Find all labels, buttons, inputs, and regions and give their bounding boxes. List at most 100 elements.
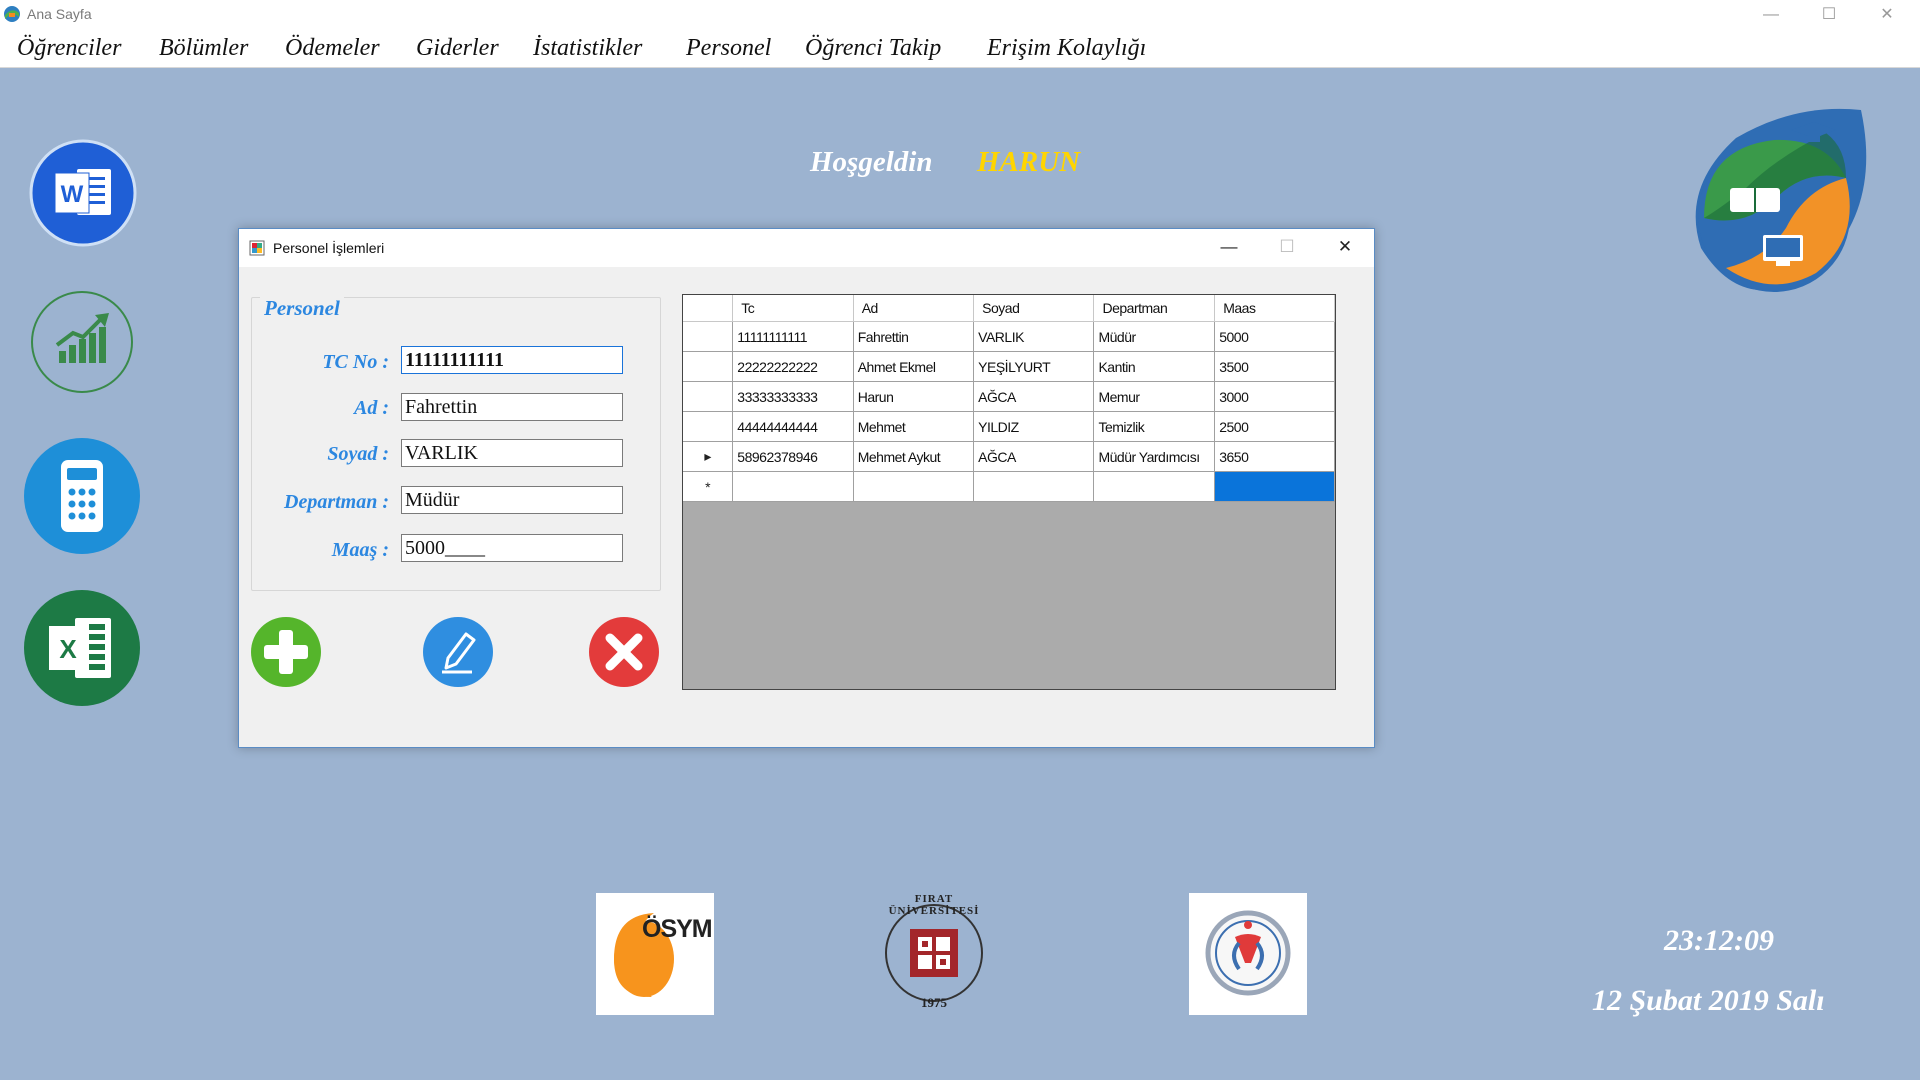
cell-ad[interactable]: Fahrettin: [853, 321, 975, 352]
cell-soyad[interactable]: YEŞİLYURT: [973, 351, 1095, 382]
cell-maas[interactable]: 3000: [1214, 381, 1335, 412]
table-row[interactable]: 44444444444 Mehmet YILDIZ Temizlik 2500: [683, 411, 1335, 442]
window-titlebar: Ana Sayfa — ☐ ✕: [0, 0, 1920, 29]
cell-soyad[interactable]: VARLIK: [973, 321, 1095, 352]
cell-soyad[interactable]: YILDIZ: [973, 411, 1095, 442]
welcome-username: HARUN: [977, 146, 1081, 178]
excel-icon[interactable]: X: [23, 586, 141, 710]
row-header[interactable]: [683, 381, 734, 412]
cell-departman[interactable]: Kantin: [1093, 351, 1216, 382]
maas-input[interactable]: [401, 534, 623, 562]
edit-button[interactable]: [422, 616, 494, 688]
menu-istatistikler[interactable]: İstatistikler: [533, 35, 642, 62]
ad-label: Ad :: [354, 397, 389, 419]
menu-odemeler[interactable]: Ödemeler: [285, 35, 380, 62]
firat-title-text: FIRAT ÜNİVERSİTESİ: [888, 893, 980, 917]
menu-personel[interactable]: Personel: [686, 35, 771, 62]
dialog-minimize-button[interactable]: —: [1200, 229, 1258, 267]
column-header-maas[interactable]: Maas: [1214, 295, 1335, 322]
departman-input[interactable]: [401, 486, 623, 514]
word-icon[interactable]: W: [29, 137, 139, 247]
cell-departman[interactable]: Müdür: [1093, 321, 1216, 352]
osym-logo: ÖSYM: [596, 893, 714, 1015]
row-header[interactable]: [683, 411, 734, 442]
clock-time: 23:12:09: [1664, 924, 1774, 957]
menu-giderler[interactable]: Giderler: [416, 35, 499, 62]
table-row-current[interactable]: ▸ 58962378946 Mehmet Aykut AĞCA Müdür Ya…: [683, 441, 1335, 472]
row-header-corner: [683, 295, 734, 322]
cell-departman[interactable]: Temizlik: [1093, 411, 1216, 442]
chart-icon[interactable]: [29, 289, 135, 395]
form-icon: [249, 240, 265, 256]
table-header-row: Tc Ad Soyad Departman Maas: [683, 295, 1335, 322]
menu-bolumler[interactable]: Bölümler: [159, 35, 248, 62]
new-cell-maas-selected[interactable]: [1214, 471, 1335, 502]
maas-label: Maaş :: [331, 539, 389, 561]
close-button[interactable]: ✕: [1858, 0, 1916, 29]
cell-departman[interactable]: Müdür Yardımcısı: [1093, 441, 1216, 472]
cell-maas[interactable]: 3500: [1214, 351, 1335, 382]
cell-departman[interactable]: Memur: [1093, 381, 1216, 412]
cell-tc[interactable]: 22222222222: [732, 351, 854, 382]
cell-tc[interactable]: 58962378946: [732, 441, 854, 472]
minimize-button[interactable]: —: [1742, 0, 1800, 29]
ad-input[interactable]: [401, 393, 623, 421]
column-header-tc[interactable]: Tc: [732, 295, 854, 322]
table-row[interactable]: 33333333333 Harun AĞCA Memur 3000: [683, 381, 1335, 412]
current-row-indicator[interactable]: ▸: [683, 441, 734, 472]
cell-soyad[interactable]: AĞCA: [973, 441, 1095, 472]
new-cell-departman[interactable]: [1093, 471, 1216, 502]
cell-tc[interactable]: 11111111111: [732, 321, 854, 352]
cell-ad[interactable]: Ahmet Ekmel: [853, 351, 975, 382]
cell-ad[interactable]: Harun: [853, 381, 975, 412]
tc-input[interactable]: [401, 346, 623, 374]
genclik-spor-logo: [1189, 893, 1307, 1015]
ministry-seal-icon: [1205, 910, 1291, 996]
soyad-input[interactable]: [401, 439, 623, 467]
table-row[interactable]: 22222222222 Ahmet Ekmel YEŞİLYURT Kantin…: [683, 351, 1335, 382]
column-header-soyad[interactable]: Soyad: [973, 295, 1095, 322]
add-button[interactable]: [250, 616, 322, 688]
column-header-departman[interactable]: Departman: [1093, 295, 1216, 322]
personel-dialog: Personel İşlemleri — ☐ ✕ Personel TC No …: [238, 228, 1375, 748]
personel-datagrid[interactable]: Tc Ad Soyad Departman Maas 11111111111 F…: [682, 294, 1336, 690]
table-new-row[interactable]: *: [683, 471, 1335, 502]
personel-group-title: Personel: [260, 296, 344, 321]
education-logo-icon: [1695, 108, 1867, 292]
maximize-button[interactable]: ☐: [1800, 0, 1858, 29]
menu-ogrenciler[interactable]: Öğrenciler: [17, 35, 121, 62]
dialog-maximize-button[interactable]: ☐: [1258, 229, 1316, 267]
new-cell-tc[interactable]: [732, 471, 854, 502]
cell-tc[interactable]: 44444444444: [732, 411, 854, 442]
cell-ad[interactable]: Mehmet: [853, 411, 975, 442]
osym-text: ÖSYM: [642, 915, 713, 943]
menu-erisim-kolayligi[interactable]: Erişim Kolaylığı: [987, 35, 1146, 62]
cell-ad[interactable]: Mehmet Aykut: [853, 441, 975, 472]
firat-university-logo: FIRAT ÜNİVERSİTESİ 1975: [874, 893, 994, 1015]
dialog-close-button[interactable]: ✕: [1316, 229, 1374, 267]
menu-bar: Öğrenciler Bölümler Ödemeler Giderler İs…: [0, 29, 1920, 68]
delete-button[interactable]: [588, 616, 660, 688]
svg-text:W: W: [61, 181, 84, 208]
cell-maas[interactable]: 3650: [1214, 441, 1335, 472]
cell-tc[interactable]: 33333333333: [732, 381, 854, 412]
personel-table: Tc Ad Soyad Departman Maas 11111111111 F…: [683, 295, 1335, 502]
welcome-greeting: Hoşgeldin: [810, 146, 933, 178]
tc-label: TC No :: [322, 351, 389, 373]
new-row-indicator[interactable]: *: [683, 471, 734, 502]
table-row[interactable]: 11111111111 Fahrettin VARLIK Müdür 5000: [683, 321, 1335, 352]
calculator-icon[interactable]: [23, 434, 141, 558]
new-cell-soyad[interactable]: [973, 471, 1095, 502]
column-header-ad[interactable]: Ad: [853, 295, 975, 322]
cell-maas[interactable]: 5000: [1214, 321, 1335, 352]
row-header[interactable]: [683, 321, 734, 352]
firat-year-text: 1975: [921, 995, 947, 1010]
new-cell-ad[interactable]: [853, 471, 975, 502]
cell-maas[interactable]: 2500: [1214, 411, 1335, 442]
cell-soyad[interactable]: AĞCA: [973, 381, 1095, 412]
departman-label: Departman :: [284, 491, 389, 513]
soyad-label: Soyad :: [327, 443, 389, 465]
menu-ogrenci-takip[interactable]: Öğrenci Takip: [805, 35, 941, 62]
dialog-title: Personel İşlemleri: [273, 240, 385, 256]
row-header[interactable]: [683, 351, 734, 382]
